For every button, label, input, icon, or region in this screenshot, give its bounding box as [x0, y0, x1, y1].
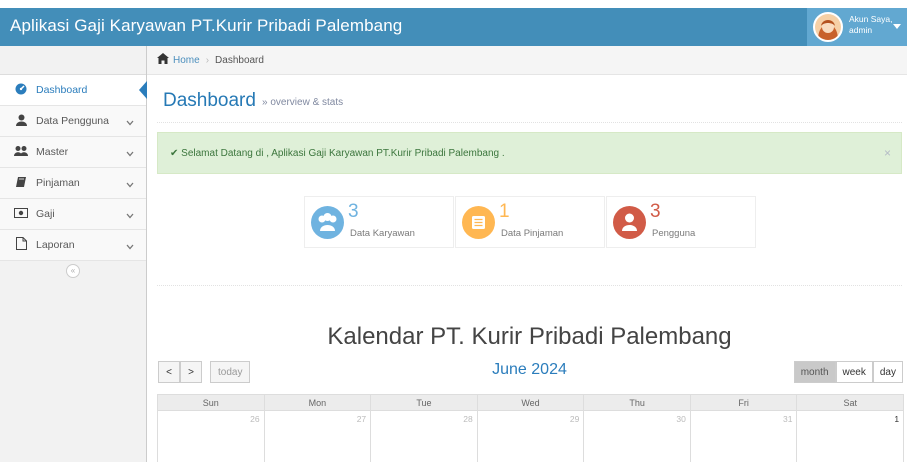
- weekday-sun: Sun: [158, 395, 265, 410]
- weekday-tue: Tue: [371, 395, 478, 410]
- app-brand[interactable]: Aplikasi Gaji Karyawan PT.Kurir Pribadi …: [10, 16, 402, 36]
- calendar-title: Kalendar PT. Kurir Pribadi Palembang: [327, 323, 732, 350]
- stat-label: Data Karyawan: [350, 228, 415, 239]
- view-day-button[interactable]: day: [872, 361, 903, 383]
- sidebar-item-label: Gaji: [36, 208, 55, 220]
- page-title: Dashboard: [163, 90, 256, 111]
- sidebar-item-label: Master: [36, 146, 69, 158]
- user-greeting: Akun Saya, admin: [849, 14, 893, 35]
- stat-data-karyawan[interactable]: 3 Data Karyawan: [304, 196, 454, 248]
- chevron-down-icon: [126, 148, 134, 160]
- avatar: [813, 12, 843, 42]
- calendar-day-cell[interactable]: 1: [797, 411, 903, 462]
- view-month-button[interactable]: month: [793, 361, 836, 383]
- calendar-next-button[interactable]: >: [180, 361, 202, 383]
- sidebar-item-label: Data Pengguna: [36, 115, 109, 127]
- calendar-day-cell[interactable]: 29: [478, 411, 585, 462]
- sidebar: Dashboard Data Pengguna Master Pinjaman: [0, 46, 147, 462]
- calendar-day-cell[interactable]: 31: [691, 411, 798, 462]
- home-icon: [157, 53, 169, 67]
- calendar-grid: Sun Mon Tue Wed Thu Fri Sat 26 27 28 29 …: [157, 394, 904, 462]
- calendar-day-cell[interactable]: 26: [158, 411, 265, 462]
- calendar-nav: < > today: [158, 361, 251, 383]
- list-icon: [462, 206, 495, 239]
- book-icon: [14, 176, 28, 191]
- user-menu[interactable]: Akun Saya, admin: [807, 8, 907, 46]
- calendar-weekday-header: Sun Mon Tue Wed Thu Fri Sat: [158, 395, 903, 411]
- page-subtitle: » overview & stats: [262, 97, 344, 108]
- user-icon: [14, 114, 28, 129]
- sidebar-item-label: Laporan: [36, 239, 75, 251]
- close-icon[interactable]: ×: [884, 146, 891, 160]
- calendar-day-cell[interactable]: 27: [265, 411, 372, 462]
- file-icon: [14, 237, 28, 253]
- user-icon: [613, 206, 646, 239]
- breadcrumb-home-link[interactable]: Home: [173, 55, 200, 66]
- welcome-alert: ✔ Selamat Datang di , Aplikasi Gaji Kary…: [157, 132, 902, 174]
- chevron-down-icon: [126, 210, 134, 222]
- page-header: Dashboard » overview & stats: [157, 75, 902, 123]
- users-icon: [311, 206, 344, 239]
- money-icon: [14, 207, 28, 221]
- chevron-down-icon: [126, 117, 134, 129]
- stat-data-pinjaman[interactable]: 1 Data Pinjaman: [455, 196, 605, 248]
- sidebar-item-gaji[interactable]: Gaji: [0, 199, 146, 230]
- sidebar-item-label: Pinjaman: [36, 177, 80, 189]
- weekday-mon: Mon: [265, 395, 372, 410]
- breadcrumb: Home › Dashboard: [147, 46, 907, 75]
- breadcrumb-current: Dashboard: [215, 54, 264, 66]
- stat-label: Pengguna: [652, 228, 696, 239]
- stat-value: 1: [499, 201, 510, 222]
- dashboard-icon: [14, 83, 28, 98]
- weekday-fri: Fri: [691, 395, 798, 410]
- weekday-thu: Thu: [584, 395, 691, 410]
- stats-panel: 3 Data Karyawan 1 Data Pinjaman 3 Penggu…: [304, 196, 756, 248]
- calendar-day-cell[interactable]: 30: [584, 411, 691, 462]
- calendar-week-row: 26 27 28 29 30 31 1: [158, 411, 903, 462]
- chevron-down-icon: [126, 241, 134, 253]
- sidebar-item-master[interactable]: Master: [0, 137, 146, 168]
- calendar-month: June 2024: [492, 361, 567, 378]
- stat-label: Data Pinjaman: [501, 228, 564, 239]
- stat-value: 3: [348, 201, 359, 222]
- alert-text: ✔ Selamat Datang di , Aplikasi Gaji Kary…: [170, 147, 505, 159]
- sidebar-item-pinjaman[interactable]: Pinjaman: [0, 168, 146, 199]
- users-icon: [14, 145, 28, 160]
- view-week-button[interactable]: week: [835, 361, 873, 383]
- chevron-down-icon: [126, 179, 134, 191]
- calendar-prev-button[interactable]: <: [158, 361, 180, 383]
- stat-pengguna[interactable]: 3 Pengguna: [606, 196, 756, 248]
- section-divider: [157, 285, 902, 286]
- sidebar-item-laporan[interactable]: Laporan: [0, 230, 146, 261]
- breadcrumb-separator: ›: [205, 54, 210, 66]
- weekday-sat: Sat: [843, 398, 858, 408]
- sidebar-item-label: Dashboard: [36, 84, 88, 96]
- double-chevron-left-icon[interactable]: «: [66, 264, 80, 278]
- stat-value: 3: [650, 201, 661, 222]
- top-navbar: Aplikasi Gaji Karyawan PT.Kurir Pribadi …: [0, 8, 907, 46]
- calendar-day-cell[interactable]: 28: [371, 411, 478, 462]
- sidebar-shortcuts: [0, 46, 146, 75]
- sidebar-item-dashboard[interactable]: Dashboard: [0, 75, 147, 106]
- weekday-wed: Wed: [478, 395, 585, 410]
- calendar-view-switcher: month week day: [793, 361, 903, 383]
- calendar-today-button[interactable]: today: [210, 361, 251, 383]
- caret-down-icon: [893, 24, 901, 29]
- sidebar-item-data-pengguna[interactable]: Data Pengguna: [0, 106, 146, 137]
